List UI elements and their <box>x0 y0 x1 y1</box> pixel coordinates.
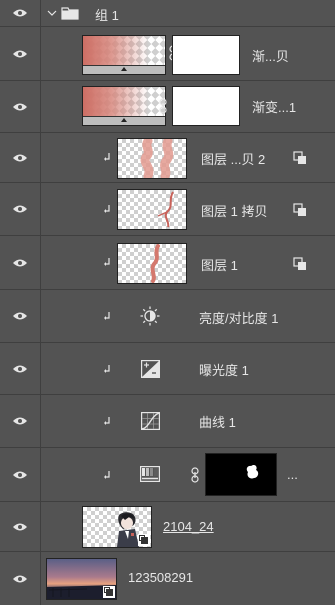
clipping-arrow-icon <box>104 205 110 213</box>
smart-object-badge-icon <box>103 586 115 598</box>
chain-link-icon[interactable] <box>191 467 199 483</box>
layer-name: 曲线 1 <box>199 415 236 430</box>
layer-mask-thumbnail[interactable] <box>205 453 277 496</box>
gradient-bar <box>83 116 165 125</box>
layer-row[interactable]: 曲线 1 <box>0 395 335 448</box>
eye-icon[interactable] <box>12 364 28 374</box>
clipping-arrow-icon <box>104 417 110 425</box>
layer-name: 图层 1 <box>201 258 238 273</box>
smart-object-icon <box>293 203 306 216</box>
layer-name: 2104_24 <box>163 519 214 534</box>
brightness-contrast-icon[interactable] <box>140 306 160 326</box>
eye-icon[interactable] <box>12 470 28 480</box>
layer-row[interactable]: 亮度/对比度 1 <box>0 290 335 343</box>
exposure-icon[interactable] <box>141 360 160 378</box>
layer-name: 图层 ...贝 2 <box>201 152 266 167</box>
layer-row[interactable]: 渐变...1 <box>0 81 335 133</box>
layer-thumbnail[interactable] <box>117 243 187 284</box>
clipping-arrow-icon <box>104 312 110 320</box>
eye-icon[interactable] <box>12 416 28 426</box>
curves-icon[interactable] <box>141 412 160 430</box>
gradient-map-icon[interactable] <box>140 466 160 482</box>
visibility-toggle[interactable] <box>0 27 41 80</box>
eye-icon[interactable] <box>12 153 28 163</box>
layer-name: 图层 1 拷贝 <box>201 204 268 219</box>
clipping-arrow-icon <box>104 153 110 161</box>
layer-row-group[interactable]: 组 1 <box>0 0 335 27</box>
clipping-arrow-icon <box>104 365 110 373</box>
chevron-down-icon[interactable] <box>47 9 57 17</box>
layer-thumbnail[interactable] <box>82 35 166 75</box>
layer-row[interactable]: 图层 1 <box>0 236 335 290</box>
visibility-toggle[interactable] <box>0 290 41 342</box>
group-name: 组 1 <box>95 8 119 23</box>
layer-name: ... <box>287 467 298 482</box>
layer-name: 渐...贝 <box>252 49 289 64</box>
layer-row[interactable]: ... <box>0 448 335 502</box>
eye-icon[interactable] <box>12 8 28 18</box>
layer-mask-thumbnail[interactable] <box>172 35 240 75</box>
eye-icon[interactable] <box>12 204 28 214</box>
layers-panel: 组 1 渐...贝 渐变...1 图层 ...贝 2 图层 1 拷贝 图层 1 … <box>0 0 335 605</box>
visibility-toggle[interactable] <box>0 183 41 235</box>
eye-icon[interactable] <box>12 49 28 59</box>
layer-thumbnail[interactable] <box>117 138 187 179</box>
visibility-toggle[interactable] <box>0 236 41 289</box>
eye-icon[interactable] <box>12 102 28 112</box>
eye-icon[interactable] <box>12 522 28 532</box>
layer-thumbnail[interactable] <box>117 189 187 230</box>
visibility-toggle[interactable] <box>0 81 41 132</box>
clipping-arrow-icon <box>104 471 110 479</box>
smart-object-icon <box>293 151 306 164</box>
visibility-toggle[interactable] <box>0 0 41 26</box>
layer-row[interactable]: 图层 ...贝 2 <box>0 133 335 183</box>
eye-icon[interactable] <box>12 311 28 321</box>
visibility-toggle[interactable] <box>0 343 41 394</box>
layer-thumbnail[interactable] <box>82 86 166 126</box>
layer-name: 曝光度 1 <box>199 363 249 378</box>
eye-icon[interactable] <box>12 574 28 584</box>
layer-thumbnail[interactable] <box>82 506 152 548</box>
smart-object-icon <box>293 257 306 270</box>
layer-row[interactable]: 图层 1 拷贝 <box>0 183 335 236</box>
visibility-toggle[interactable] <box>0 448 41 501</box>
visibility-toggle[interactable] <box>0 133 41 182</box>
layer-thumbnail[interactable] <box>46 558 117 600</box>
clipping-arrow-icon <box>104 258 110 266</box>
layer-row[interactable]: 渐...贝 <box>0 27 335 81</box>
visibility-toggle[interactable] <box>0 502 41 551</box>
chain-link-icon[interactable] <box>159 98 167 114</box>
layer-row[interactable]: 123508291 <box>0 552 335 605</box>
visibility-toggle[interactable] <box>0 552 41 605</box>
layer-name: 渐变...1 <box>252 100 297 115</box>
layer-name: 123508291 <box>128 570 194 585</box>
smart-object-badge-icon <box>138 534 150 546</box>
layer-row[interactable]: 2104_24 <box>0 502 335 552</box>
gradient-bar <box>83 65 165 74</box>
layer-row[interactable]: 曝光度 1 <box>0 343 335 395</box>
layer-mask-thumbnail[interactable] <box>172 86 240 126</box>
eye-icon[interactable] <box>12 258 28 268</box>
layer-name: 亮度/对比度 1 <box>199 311 279 326</box>
folder-icon <box>61 7 79 20</box>
visibility-toggle[interactable] <box>0 395 41 447</box>
